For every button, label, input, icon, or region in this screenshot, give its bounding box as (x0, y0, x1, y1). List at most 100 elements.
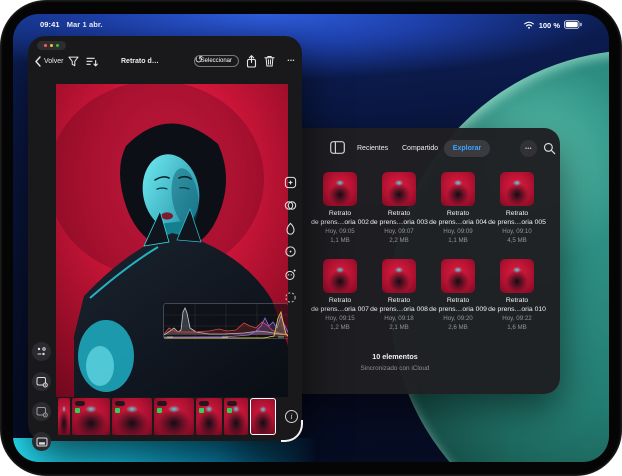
browser-toggle-button[interactable] (32, 432, 51, 451)
file-size: 1,6 MB (488, 323, 546, 332)
battery-percent: 100 % (539, 21, 560, 30)
edited-badge (75, 408, 80, 413)
file-name-line2: de prens…oria 010 (488, 305, 546, 314)
screenshot-stage: 09:41 Mar 1 abr. 100 % (0, 0, 622, 476)
file-size: 2,6 MB (429, 323, 487, 332)
filmstrip-thumb-selected[interactable] (250, 398, 276, 435)
filter-button[interactable] (68, 51, 79, 71)
delete-button[interactable] (264, 51, 275, 71)
auto-enhance-icon[interactable] (284, 176, 297, 189)
file-size: 1,2 MB (311, 323, 369, 332)
file-thumbnail[interactable] (382, 172, 416, 206)
file-thumbnail[interactable] (323, 259, 357, 293)
file-thumbnail[interactable] (441, 259, 475, 293)
file-date: Hoy, 09:15 (311, 314, 369, 323)
aspect-badge (199, 401, 209, 406)
close-window-dot[interactable] (44, 44, 48, 48)
photo-editor-window: Volver Retrato d… ↺ Seleccio (28, 36, 302, 441)
file-date: Hoy, 09:10 (488, 227, 546, 236)
file-item[interactable]: Retrato de prens…oria 002 Hoy, 09:05 1,1… (311, 172, 369, 245)
file-item[interactable]: Retrato de prens…oria 005 Hoy, 09:10 4,5… (488, 172, 546, 245)
file-item[interactable]: Retrato de prens…oria 010 Hoy, 09:22 1,6… (488, 259, 546, 332)
sort-lines-icon (86, 56, 98, 67)
aspect-badge (115, 401, 125, 406)
file-size: 2,1 MB (370, 323, 428, 332)
tab-recientes[interactable]: Recientes (357, 140, 388, 157)
search-button[interactable] (541, 140, 558, 157)
batch-settings-button[interactable] (32, 402, 51, 421)
filmstrip-thumb[interactable] (58, 398, 70, 435)
repair-brush-icon[interactable] (284, 222, 297, 235)
minimize-window-dot[interactable] (50, 44, 54, 48)
status-bar: 09:41 Mar 1 abr. 100 % (13, 20, 609, 34)
lens-circle-icon[interactable] (284, 245, 297, 258)
portrait-photo (56, 84, 288, 397)
file-size: 4,5 MB (488, 236, 546, 245)
file-item[interactable]: Retrato de prens…oria 009 Hoy, 09:20 2,6… (429, 259, 487, 332)
window-controls[interactable] (37, 41, 66, 50)
file-date: Hoy, 09:07 (370, 227, 428, 236)
file-name-line1: Retrato (429, 296, 487, 305)
file-item[interactable]: Retrato de prens…oria 007 Hoy, 09:15 1,2… (311, 259, 369, 332)
search-icon (543, 142, 556, 155)
photo-canvas[interactable] (56, 84, 288, 397)
file-item[interactable]: Retrato de prens…oria 008 Hoy, 09:18 2,1… (370, 259, 428, 332)
filmstrip-thumb[interactable] (112, 398, 152, 435)
left-tools-rail (32, 342, 51, 451)
file-thumbnail[interactable] (382, 259, 416, 293)
sidebar-toggle-icon[interactable] (330, 141, 345, 154)
file-name-line1: Retrato (370, 296, 428, 305)
file-thumbnail[interactable] (323, 172, 357, 206)
select-button[interactable]: Seleccionar (194, 51, 239, 71)
share-button[interactable] (246, 51, 257, 71)
ellipsis-icon: ••• (525, 146, 532, 152)
file-thumbnail[interactable] (500, 172, 534, 206)
back-label: Volver (44, 58, 63, 65)
file-item[interactable]: Retrato de prens…oria 003 Hoy, 09:07 2,2… (370, 172, 428, 245)
wallpaper-cyan-glow (13, 438, 383, 462)
edited-badge (115, 408, 120, 413)
export-settings-button[interactable] (32, 372, 51, 391)
select-subject-icon[interactable] (284, 291, 297, 304)
back-button[interactable]: Volver (35, 51, 63, 71)
files-grid: Retrato de prens…oria 002 Hoy, 09:05 1,1… (311, 172, 546, 332)
histogram-panel[interactable] (163, 303, 288, 339)
file-name-line2: de prens…oria 009 (429, 305, 487, 314)
file-thumbnail[interactable] (441, 172, 475, 206)
aspect-badge (75, 401, 85, 406)
file-name-line2: de prens…oria 003 (370, 218, 428, 227)
file-date: Hoy, 09:05 (311, 227, 369, 236)
ipad-device: 09:41 Mar 1 abr. 100 % (0, 0, 622, 476)
clock: 09:41 (40, 20, 60, 29)
file-item[interactable]: Retrato de prens…oria 004 Hoy, 09:09 1,1… (429, 172, 487, 245)
sort-button[interactable] (86, 51, 98, 71)
file-size: 1,1 MB (429, 236, 487, 245)
tab-compartido[interactable]: Compartido (402, 140, 438, 157)
filmstrip (58, 398, 276, 435)
panel-more-button[interactable]: ••• (520, 140, 537, 157)
color-adjust-icon[interactable] (284, 199, 297, 212)
tab-explorar[interactable]: Explorar (444, 140, 490, 157)
window-title: Retrato d… (121, 51, 159, 71)
editor-more-button[interactable]: ••• (287, 51, 295, 71)
zoom-window-dot[interactable] (56, 44, 60, 48)
smart-adjust-button[interactable] (32, 342, 51, 361)
filmstrip-thumb[interactable] (72, 398, 110, 435)
retouch-face-icon[interactable] (284, 268, 297, 281)
filmstrip-thumb[interactable] (224, 398, 248, 435)
file-date: Hoy, 09:09 (429, 227, 487, 236)
file-name-line2: de prens…oria 002 (311, 218, 369, 227)
filmstrip-thumb[interactable] (196, 398, 222, 435)
filmstrip-thumb[interactable] (154, 398, 194, 435)
file-name-line1: Retrato (311, 209, 369, 218)
frame-gear-icon (36, 376, 48, 388)
battery-icon (564, 20, 582, 31)
funnel-icon (68, 56, 79, 67)
file-date: Hoy, 09:18 (370, 314, 428, 323)
file-thumbnail[interactable] (500, 259, 534, 293)
file-name-line1: Retrato (370, 209, 428, 218)
file-name-line1: Retrato (311, 296, 369, 305)
frame-gear-icon (36, 406, 48, 418)
aspect-badge (157, 401, 167, 406)
wifi-icon (523, 20, 535, 31)
